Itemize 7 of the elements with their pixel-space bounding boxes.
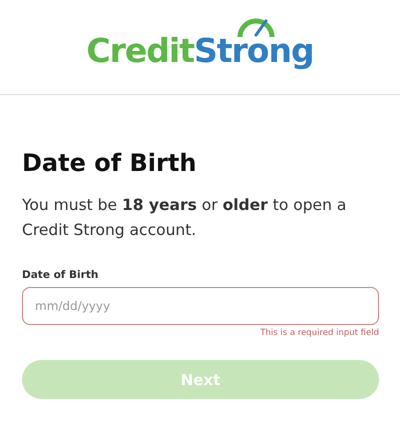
logo-text: Strong [194,30,314,70]
page-heading: Date of Birth [22,149,198,177]
logo-text: Credit [86,30,194,70]
intro-text: You must be 18 years or older to open a Credit Strong account. [22,195,348,241]
error-message: This is a required input field [259,328,379,338]
date-input-field[interactable]: mm/dd/yyyy [22,287,379,325]
field-label: Date of Birth [22,269,100,281]
